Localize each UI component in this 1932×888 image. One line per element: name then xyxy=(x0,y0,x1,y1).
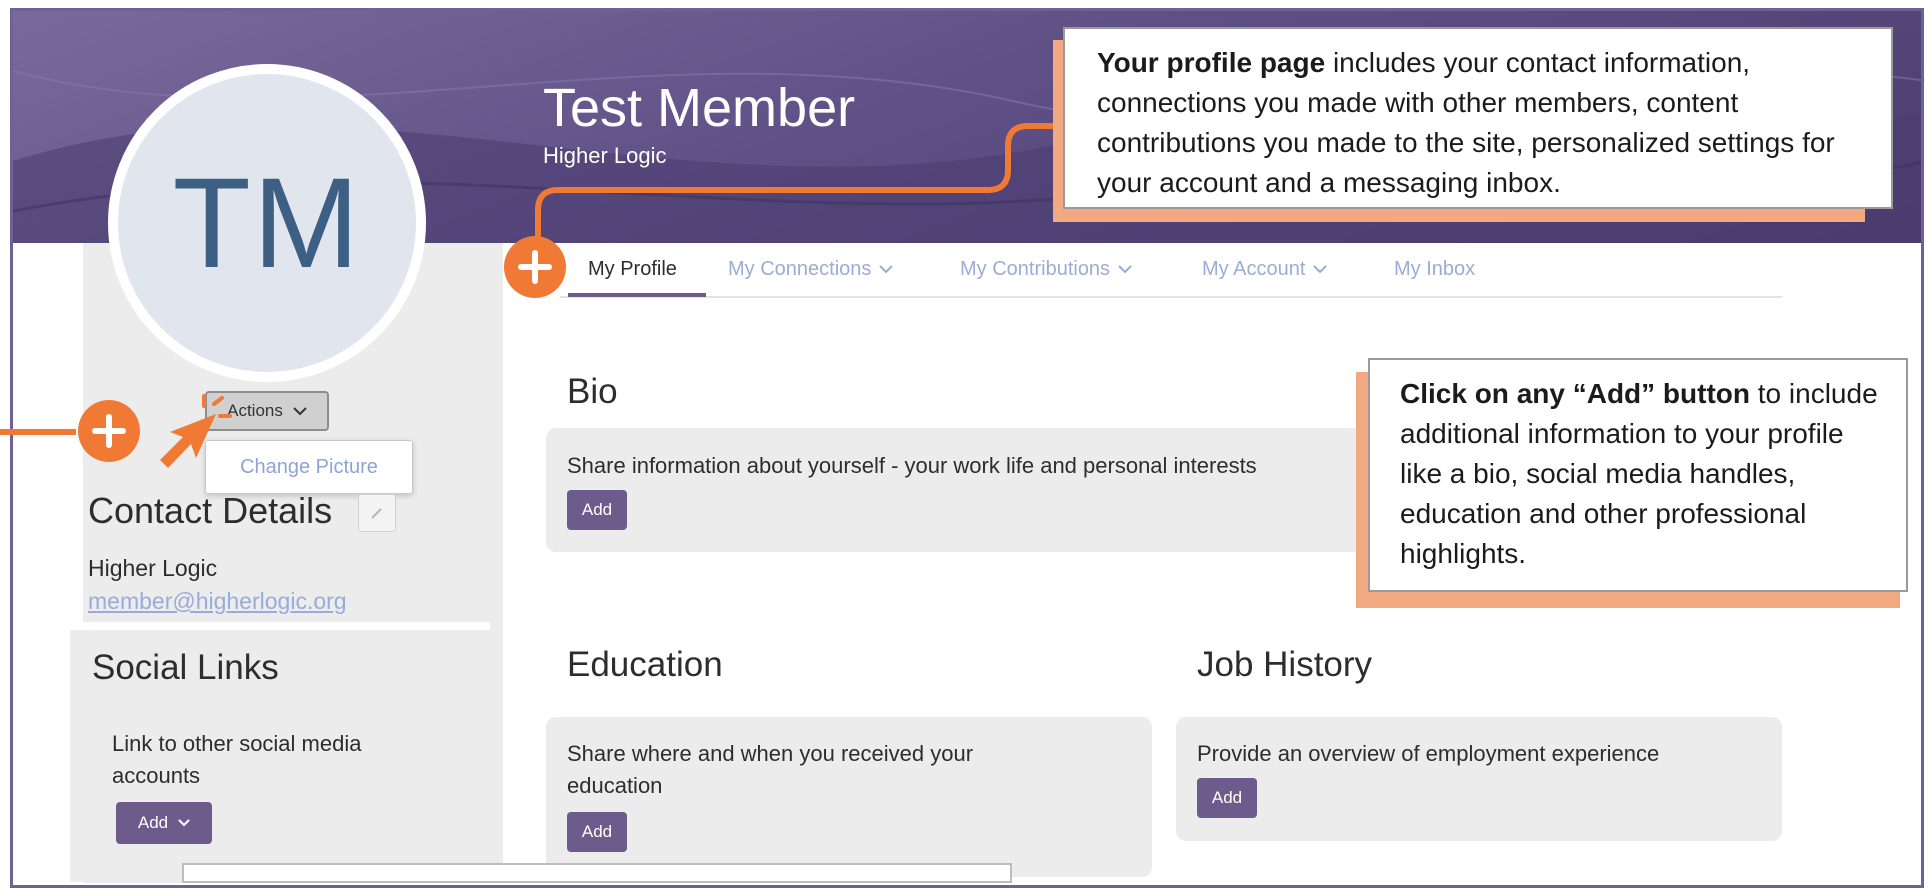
active-tab-indicator xyxy=(568,293,706,297)
job-history-description: Provide an overview of employment experi… xyxy=(1197,741,1660,766)
profile-callout-bold: Your profile page xyxy=(1097,47,1326,78)
bio-card xyxy=(546,428,1376,552)
tab-label: My Contributions xyxy=(960,258,1111,280)
tab-my-profile[interactable]: My Profile xyxy=(588,258,677,281)
chevron-down-icon xyxy=(293,406,307,415)
actions-menu: Change Picture xyxy=(205,440,413,494)
add-callout: Click on any “Add” button to include add… xyxy=(1368,358,1908,592)
chevron-down-icon xyxy=(1313,265,1328,274)
add-callout-bold: Click on any “Add” button xyxy=(1400,378,1750,409)
click-arrow-icon xyxy=(160,394,232,468)
plus-icon xyxy=(504,236,566,298)
member-name: Test Member xyxy=(543,78,856,138)
job-history-card xyxy=(1176,717,1782,841)
chevron-down-icon xyxy=(879,265,894,274)
avatar[interactable]: TM xyxy=(108,64,426,382)
pencil-icon xyxy=(371,508,382,519)
edit-contact-button[interactable] xyxy=(358,494,396,532)
social-links-title: Social Links xyxy=(92,648,279,687)
education-description: Share where and when you received your e… xyxy=(567,741,974,798)
contact-details-title: Contact Details xyxy=(88,490,333,531)
social-add-label: Add xyxy=(137,813,169,832)
profile-callout: Your profile page includes your contact … xyxy=(1063,27,1893,209)
contact-organization: Higher Logic xyxy=(88,555,218,581)
plus-icon xyxy=(78,400,140,462)
avatar-initials: TM xyxy=(172,151,362,295)
bottom-callout-edge xyxy=(182,863,1012,883)
member-organization: Higher Logic xyxy=(543,143,667,168)
tab-label: My Inbox xyxy=(1394,258,1476,280)
education-title: Education xyxy=(567,645,723,684)
tab-my-connections[interactable]: My Connections xyxy=(728,258,894,281)
bio-add-button[interactable]: Add xyxy=(567,490,627,530)
tab-label: My Profile xyxy=(588,258,677,280)
bio-title: Bio xyxy=(567,372,618,411)
social-add-button[interactable]: Add xyxy=(116,802,212,844)
education-add-button[interactable]: Add xyxy=(567,812,627,852)
chevron-down-icon xyxy=(1118,265,1132,274)
menu-item-change-picture[interactable]: Change Picture xyxy=(206,441,412,493)
tab-my-contributions[interactable]: My Contributions xyxy=(960,258,1132,281)
chevron-down-icon xyxy=(178,819,190,827)
job-history-title: Job History xyxy=(1197,645,1373,684)
social-links-description: Link to other social media accounts xyxy=(112,731,362,788)
tab-label: My Connections xyxy=(728,258,872,280)
tab-my-inbox[interactable]: My Inbox xyxy=(1394,258,1475,281)
tab-label: My Account xyxy=(1202,258,1306,280)
job-history-add-button[interactable]: Add xyxy=(1197,778,1257,818)
bio-description: Share information about yourself - your … xyxy=(567,453,1257,478)
contact-email-link[interactable]: member@higherlogic.org xyxy=(88,588,347,615)
tab-my-account[interactable]: My Account xyxy=(1202,258,1328,281)
tab-bar-divider xyxy=(560,296,1782,298)
